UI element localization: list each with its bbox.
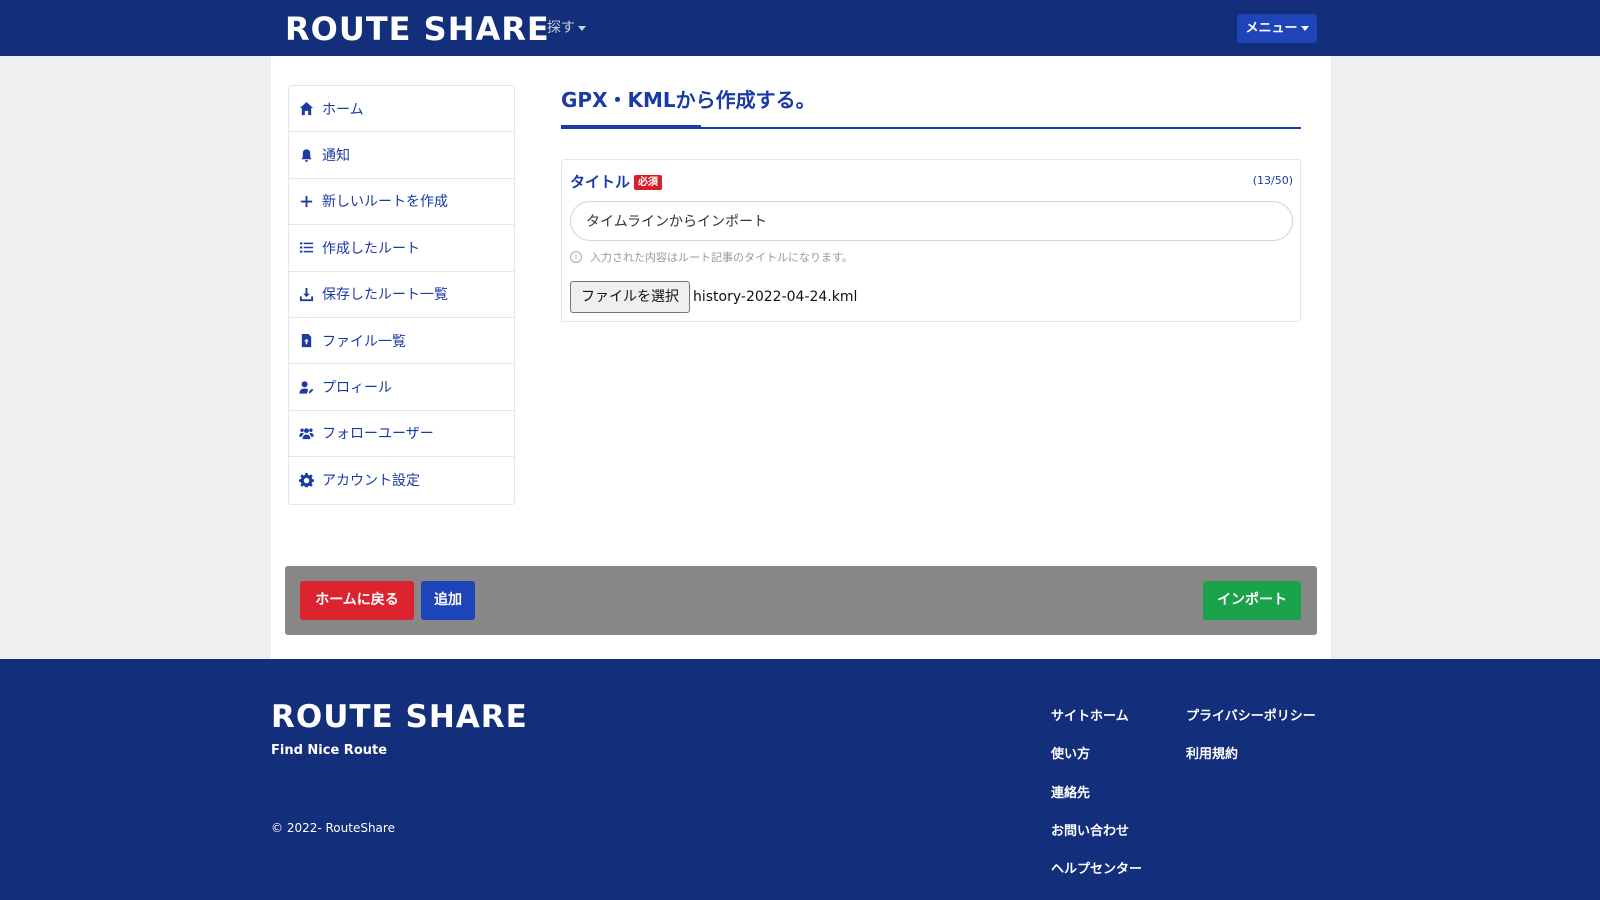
users-icon xyxy=(297,424,315,442)
title-underline-accent xyxy=(561,125,701,129)
sidebar-item-account-settings[interactable]: アカウント設定 xyxy=(289,457,514,503)
import-button[interactable]: インポート xyxy=(1203,581,1301,620)
bell-icon xyxy=(297,146,315,164)
site-footer: ROUTE SHARE Find Nice Route © 2022- Rout… xyxy=(0,659,1600,900)
sidebar-item-label: 保存したルート一覧 xyxy=(322,287,448,304)
sidebar-item-label: 通知 xyxy=(322,148,350,165)
footer-link-terms[interactable]: 利用規約 xyxy=(1186,745,1316,783)
footer-links-column-2: プライバシーポリシー 利用規約 xyxy=(1186,707,1316,784)
title-help-text: i 入力された内容はルート記事のタイトルになります。 xyxy=(570,249,853,265)
caret-down-icon xyxy=(1300,26,1309,31)
character-counter: (13/50) xyxy=(1252,174,1293,187)
title-field-label: タイトル 必須 xyxy=(570,172,663,192)
action-bar: ホームに戻る 追加 インポート xyxy=(285,566,1317,635)
footer-links-column-1: サイトホーム 使い方 連絡先 お問い合わせ ヘルプセンター xyxy=(1051,707,1142,898)
sidebar-item-saved-routes[interactable]: 保存したルート一覧 xyxy=(289,272,514,318)
title-input[interactable] xyxy=(570,201,1293,241)
back-home-button[interactable]: ホームに戻る xyxy=(300,581,414,620)
sidebar-item-label: アカウント設定 xyxy=(322,473,420,490)
sidebar-item-files[interactable]: ファイル一覧 xyxy=(289,318,514,365)
sidebar-item-notifications[interactable]: 通知 xyxy=(289,132,514,179)
plus-icon xyxy=(297,192,315,210)
sidebar-item-profile[interactable]: プロィール xyxy=(289,364,514,411)
sidebar-item-label: 作成したルート xyxy=(322,240,420,257)
sidebar-item-label: ファイル一覧 xyxy=(322,333,406,350)
home-icon xyxy=(297,100,315,118)
site-logo[interactable]: ROUTE SHARE xyxy=(285,10,550,48)
footer-link-site-home[interactable]: サイトホーム xyxy=(1051,707,1142,745)
sidebar-item-label: フォローユーザー xyxy=(322,426,434,443)
help-text: 入力された内容はルート記事のタイトルになります。 xyxy=(590,251,853,264)
required-badge: 必須 xyxy=(634,175,663,190)
add-button[interactable]: 追加 xyxy=(421,581,475,620)
footer-logo: ROUTE SHARE xyxy=(271,699,528,735)
sidebar-item-home[interactable]: ホーム xyxy=(289,86,514,133)
footer-link-inquiry[interactable]: お問い合わせ xyxy=(1051,822,1142,860)
file-upload-icon xyxy=(297,332,315,350)
footer-link-help-center[interactable]: ヘルプセンター xyxy=(1051,860,1142,898)
footer-link-privacy-policy[interactable]: プライバシーポリシー xyxy=(1186,707,1316,745)
footer-link-how-to-use[interactable]: 使い方 xyxy=(1051,745,1142,783)
choose-file-button[interactable]: ファイルを選択 xyxy=(570,281,690,313)
footer-link-contact[interactable]: 連絡先 xyxy=(1051,784,1142,822)
menu-dropdown-button[interactable]: メニュー xyxy=(1237,14,1317,43)
menu-label: メニュー xyxy=(1245,21,1298,36)
footer-copyright: © 2022- RouteShare xyxy=(271,821,395,835)
list-icon xyxy=(297,239,315,257)
import-form-card: タイトル必須 (13/50) i 入力された内容はルート記事のタイトルになります… xyxy=(561,159,1301,322)
sidebar-item-following[interactable]: フォローユーザー xyxy=(289,411,514,458)
title-label-text: タイトル xyxy=(570,173,631,191)
explore-label: 探す xyxy=(547,20,575,36)
sidebar-item-new-route[interactable]: 新しいルートを作成 xyxy=(289,179,514,226)
footer-tagline: Find Nice Route xyxy=(271,743,388,758)
sidebar-nav: ホーム 通知 新しいルートを作成 作成したルート 保存したルート一覧 ファイル一… xyxy=(288,85,515,505)
sidebar-item-label: 新しいルートを作成 xyxy=(322,194,448,211)
sidebar-item-my-routes[interactable]: 作成したルート xyxy=(289,225,514,272)
selected-file-name: history-2022-04-24.kml xyxy=(693,289,858,305)
gear-icon xyxy=(297,471,315,489)
explore-dropdown[interactable]: 探す xyxy=(547,17,586,39)
download-icon xyxy=(297,285,315,303)
sidebar-item-label: ホーム xyxy=(322,101,364,118)
user-edit-icon xyxy=(297,378,315,396)
page-title: GPX・KMLから作成する。 xyxy=(561,88,816,112)
info-icon: i xyxy=(570,251,582,263)
sidebar-item-label: プロィール xyxy=(322,380,392,397)
top-navbar: ROUTE SHARE 探す メニュー xyxy=(0,0,1600,56)
caret-down-icon xyxy=(578,25,586,31)
